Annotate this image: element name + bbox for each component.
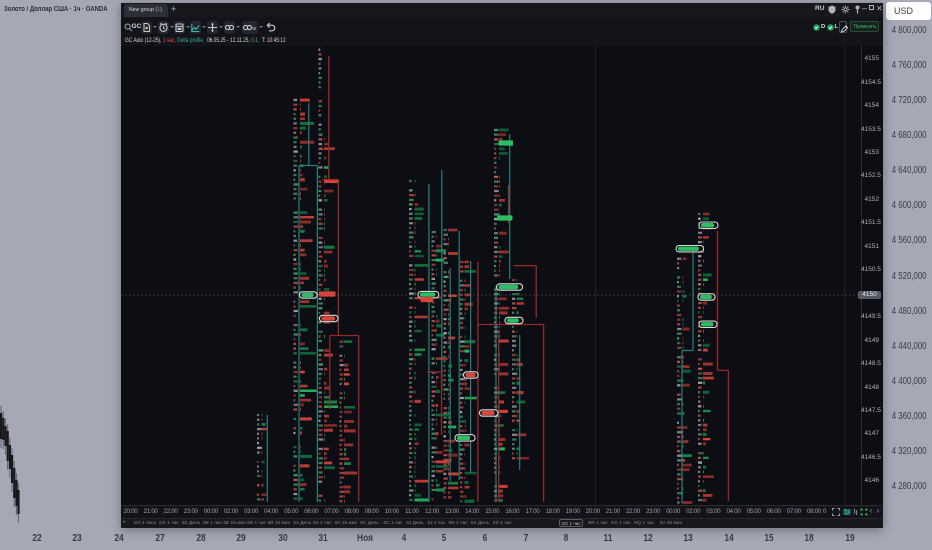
svg-text:w: w [251, 26, 256, 32]
